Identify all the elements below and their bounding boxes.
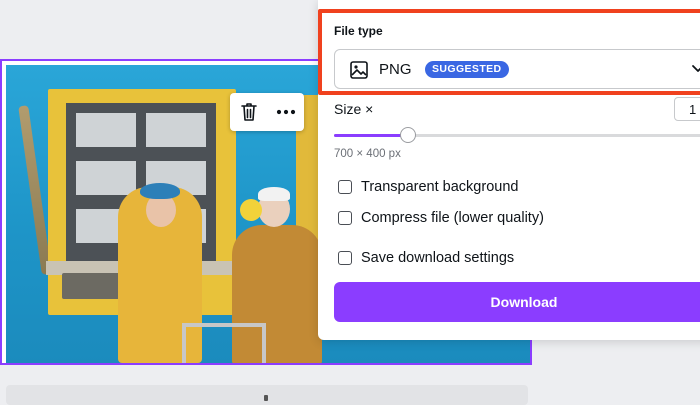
size-slider-thumb[interactable] <box>400 127 416 143</box>
chevron-down-icon <box>692 65 700 72</box>
page-footer-bar[interactable] <box>6 385 528 405</box>
download-button[interactable]: Download <box>334 282 700 322</box>
option-label: Compress file (lower quality) <box>361 210 544 226</box>
photo-woman-hat <box>140 183 180 199</box>
option-compress-file[interactable]: Compress file (lower quality) <box>338 210 544 226</box>
photo-walker <box>182 323 266 363</box>
checkbox[interactable] <box>338 180 352 194</box>
trash-icon <box>240 103 257 121</box>
option-label: Save download settings <box>361 250 515 266</box>
photo-flowers <box>240 199 262 221</box>
file-type-select[interactable]: PNG SUGGESTED <box>334 49 700 89</box>
size-input[interactable] <box>674 97 700 121</box>
suggested-badge: SUGGESTED <box>425 61 509 78</box>
expand-handle[interactable] <box>264 395 268 401</box>
option-transparent-background[interactable]: Transparent background <box>338 179 518 195</box>
dimensions-text: 700 × 400 px <box>334 148 401 160</box>
image-icon <box>350 61 368 79</box>
file-type-value: PNG <box>379 61 412 78</box>
window-pane <box>146 113 206 147</box>
photo-plant-pot <box>62 273 122 299</box>
delete-button[interactable] <box>235 98 263 126</box>
option-save-download-settings[interactable]: Save download settings <box>338 250 514 266</box>
checkbox[interactable] <box>338 251 352 265</box>
element-toolbar <box>230 93 304 131</box>
size-slider[interactable] <box>334 127 700 143</box>
more-options-button[interactable] <box>272 98 300 126</box>
window-pane <box>76 113 136 147</box>
window-pane <box>76 161 136 195</box>
option-label: Transparent background <box>361 179 519 195</box>
size-slider-fill <box>334 134 408 137</box>
size-label: Size × <box>334 101 374 117</box>
checkbox[interactable] <box>338 211 352 225</box>
file-type-label: File type <box>334 24 383 38</box>
more-icon <box>276 109 295 115</box>
photo-man-hair <box>258 187 290 201</box>
